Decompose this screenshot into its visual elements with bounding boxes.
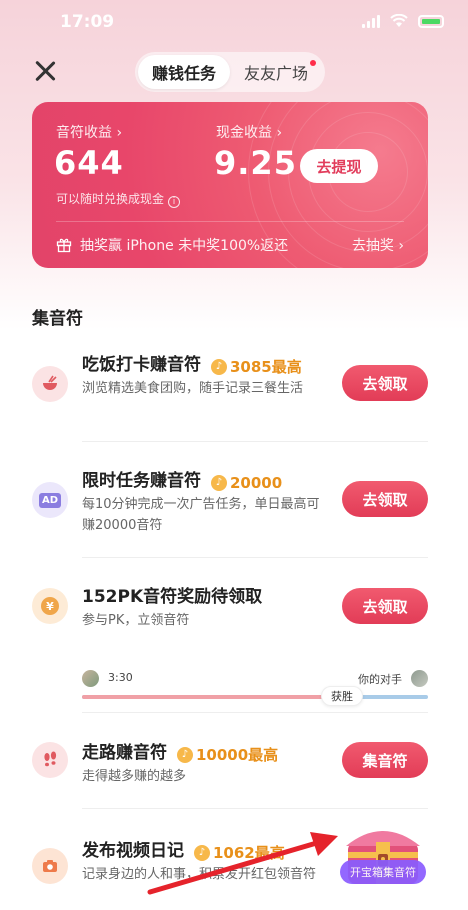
tab-switch: 赚钱任务 友友广场 (135, 52, 325, 92)
exchange-hint: 可以随时兑换成现金 i (56, 190, 181, 208)
reward-badge: ♪ 10000最高 (177, 744, 278, 765)
withdraw-button[interactable]: 去提现 (300, 149, 378, 183)
task-description: 参与PK，立领音符 (82, 613, 190, 628)
avatar (82, 670, 99, 687)
cash-earnings-label[interactable]: 现金收益 › (216, 122, 282, 142)
task-title: 走路赚音符 ♪ 10000最高 (82, 738, 278, 765)
claim-button[interactable]: 去领取 (342, 588, 428, 624)
info-icon[interactable]: i (168, 196, 181, 208)
task-title-text: 吃饭打卡赚音符 (82, 355, 201, 375)
lottery-text: 抽奖赢 iPhone 未中奖100%返还 (80, 238, 289, 254)
task-title: 限时任务赚音符 ♪ 20000 (82, 466, 282, 492)
status-bar: 17:09 (0, 0, 468, 44)
task-title-text: 走路赚音符 (82, 743, 167, 763)
status-icons (362, 14, 444, 28)
battery-icon (418, 14, 444, 28)
tab-label: 赚钱任务 (151, 64, 216, 83)
bowl-icon (32, 366, 68, 402)
footprint-icon (32, 742, 68, 778)
task-description: 每10分钟完成一次广告任务，单日最高可赚20000音符 (82, 497, 320, 533)
notification-dot (310, 60, 316, 66)
camera-icon (32, 848, 68, 884)
coin-icon: ♪ (177, 746, 193, 763)
cash-earnings-value: 9.25 (214, 144, 297, 182)
lottery-row[interactable]: 抽奖赢 iPhone 未中奖100%返还 去抽奖 › (56, 234, 404, 256)
status-time: 17:09 (60, 12, 115, 32)
claim-button[interactable]: 去领取 (342, 481, 428, 517)
reward-badge: ♪ 20000 (211, 474, 282, 492)
notes-earnings-label[interactable]: 音符收益 › (56, 122, 122, 142)
earnings-card: 音符收益 › 644 现金收益 › 9.25 去提现 可以随时兑换成现金 i 抽奖… (32, 102, 428, 268)
task-description: 浏览精选美食团购，随手记录三餐生活 (82, 381, 304, 396)
tab-friends-plaza[interactable]: 友友广场 (230, 55, 322, 89)
coin-icon: ♪ (211, 358, 227, 375)
tab-earn-tasks[interactable]: 赚钱任务 (138, 55, 230, 89)
gift-icon (56, 238, 72, 253)
lottery-link[interactable]: 去抽奖 › (352, 235, 404, 255)
reward-value: 10000最高 (196, 746, 279, 764)
task-description: 走得越多赚的越多 (82, 769, 187, 784)
exchange-hint-text: 可以随时兑换成现金 (56, 192, 165, 206)
reward-value: 20000 (230, 473, 283, 492)
reward-value: 3085最高 (230, 358, 302, 376)
wifi-icon (390, 14, 408, 27)
annotation-arrow (147, 832, 338, 895)
divider (82, 441, 428, 442)
divider (82, 712, 428, 713)
task-title-text: 限时任务赚音符 (82, 471, 201, 491)
task-title: 152PK音符奖励待领取 (82, 587, 263, 607)
signal-icon (362, 14, 380, 28)
claim-button[interactable]: 去领取 (342, 365, 428, 401)
section-title: 集音符 (32, 309, 83, 329)
pk-progress: 3:30 你的对手 获胜 (82, 670, 428, 710)
tab-label: 友友广场 (243, 64, 308, 83)
pk-time: 3:30 (108, 671, 133, 684)
collect-notes-button[interactable]: 集音符 (342, 742, 428, 778)
pk-fill (82, 695, 342, 699)
pk-track (82, 695, 428, 699)
reward-badge: ♪ 3085最高 (211, 356, 302, 377)
opponent-avatar (411, 670, 428, 687)
divider (82, 808, 428, 809)
close-button[interactable] (32, 58, 58, 84)
yen-coin-icon: ¥ (32, 588, 68, 624)
task-title: 吃饭打卡赚音符 ♪ 3085最高 (82, 350, 302, 377)
notes-earnings-value: 644 (54, 144, 124, 182)
coin-icon: ♪ (211, 474, 227, 491)
divider (82, 557, 428, 558)
pk-result-badge: 获胜 (321, 686, 363, 706)
card-divider (56, 221, 404, 222)
ad-icon: AD (32, 482, 68, 518)
pk-opponent-label: 你的对手 (358, 673, 402, 686)
